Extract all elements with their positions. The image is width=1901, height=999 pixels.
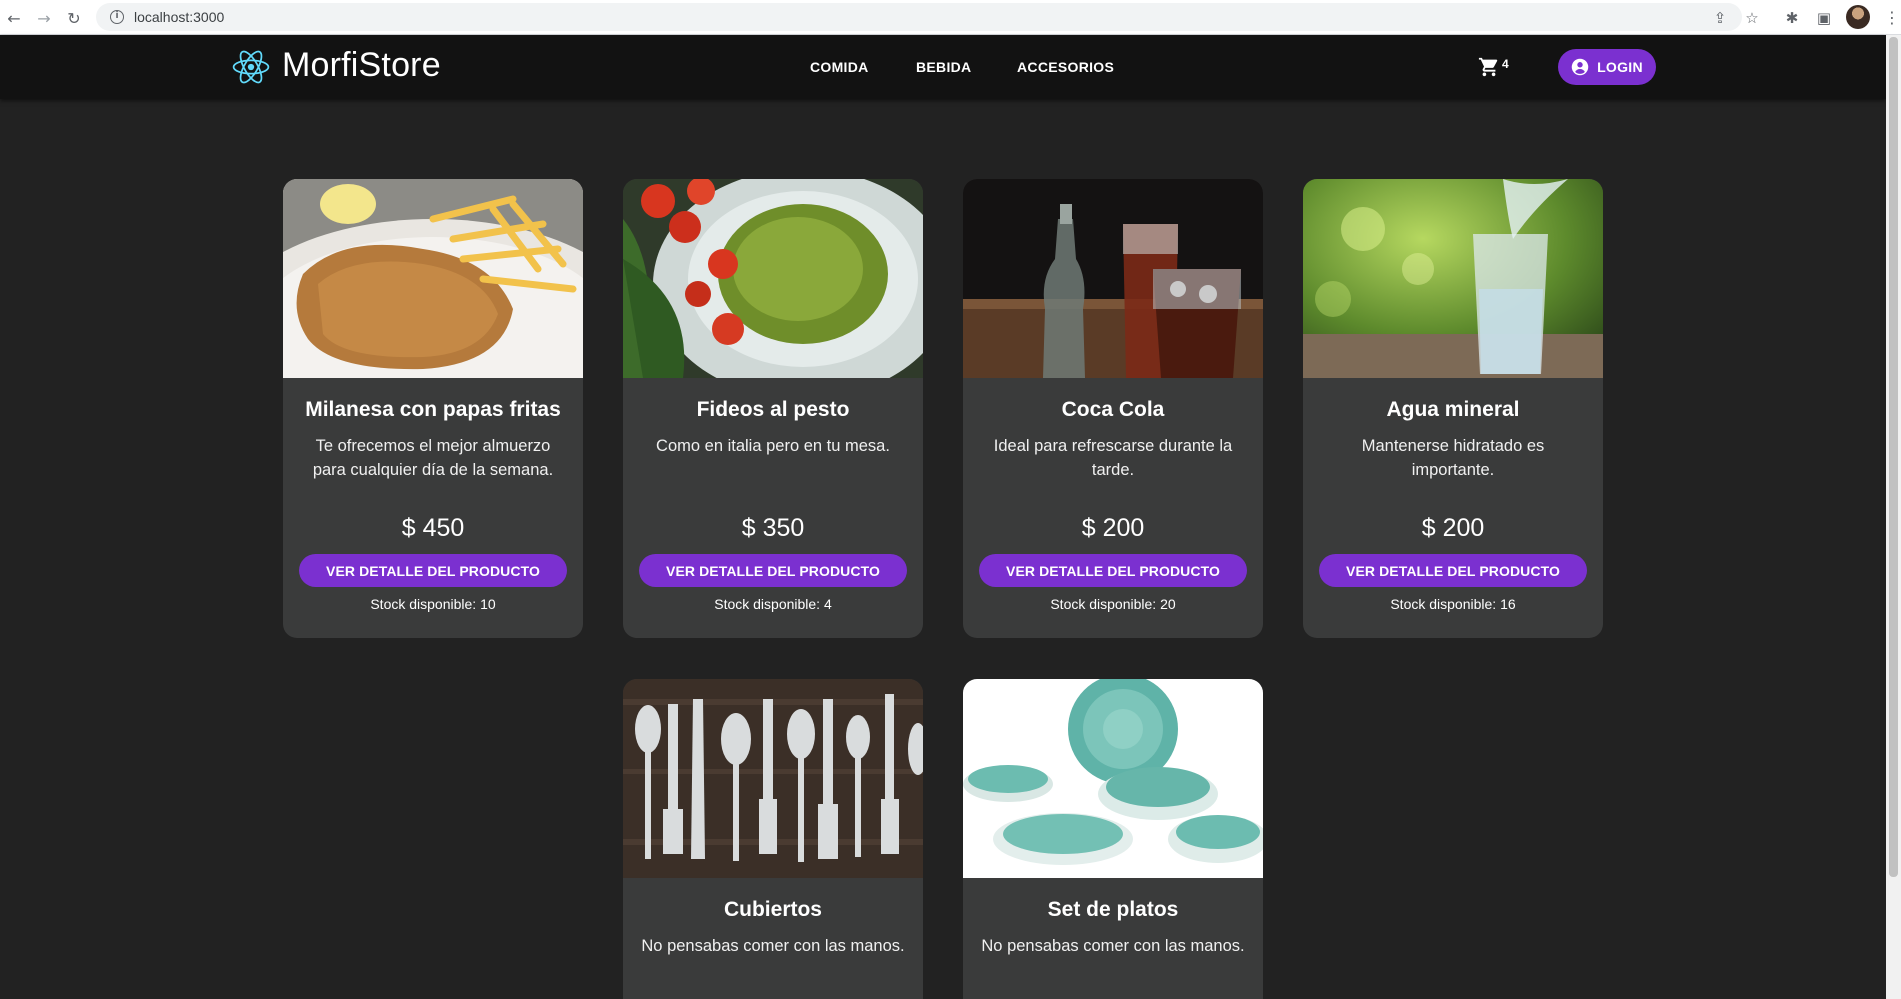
nav-accesorios[interactable]: ACCESORIOS <box>1017 59 1114 75</box>
forward-icon[interactable]: → <box>34 8 54 28</box>
browser-menu-icon[interactable]: ⋮ <box>1884 8 1900 27</box>
product-description: Ideal para refrescarse durante la tarde. <box>993 437 1233 479</box>
shopping-cart-icon <box>1478 57 1498 77</box>
product-description: Como en italia pero en tu mesa. <box>656 437 890 455</box>
react-logo-icon[interactable] <box>232 49 270 85</box>
account-circle-icon <box>1571 58 1589 76</box>
product-card: Fideos al pesto Como en italia pero en t… <box>623 179 923 638</box>
back-icon[interactable]: ← <box>4 8 24 28</box>
product-description: No pensabas comer con las manos. <box>641 937 905 955</box>
share-icon[interactable]: ⇪ <box>1710 8 1730 28</box>
app-header: MorfiStore COMIDA BEBIDA ACCESORIOS 4 LO… <box>0 35 1886 99</box>
product-description: No pensabas comer con las manos. <box>981 937 1245 955</box>
cart-widget[interactable]: 4 <box>1478 55 1509 79</box>
profile-avatar[interactable] <box>1846 5 1870 29</box>
product-title: Cubiertos <box>723 898 822 921</box>
reload-icon[interactable]: ↻ <box>64 8 84 28</box>
product-description: Mantenerse hidratado es importante. <box>1361 437 1545 479</box>
product-image-agua[interactable] <box>1303 179 1603 378</box>
product-card: Cubiertos No pensabas comer con las mano… <box>623 679 923 999</box>
product-stock: Stock disponible: 16 <box>1390 596 1516 612</box>
address-bar[interactable]: i localhost:3000 <box>96 3 1742 31</box>
product-stock: Stock disponible: 10 <box>370 596 496 612</box>
product-image-coca-cola[interactable] <box>963 179 1263 378</box>
page-scrollbar[interactable] <box>1886 35 1901 999</box>
login-label: LOGIN <box>1597 59 1643 75</box>
product-title: Agua mineral <box>1386 398 1520 421</box>
product-title: Milanesa con papas fritas <box>305 398 561 421</box>
extensions-icon[interactable]: ✱ <box>1782 8 1802 28</box>
product-image-milanesa[interactable] <box>283 179 583 378</box>
product-price: $ 200 <box>1421 514 1485 542</box>
product-title: Coca Cola <box>1061 398 1165 421</box>
product-image-fideos[interactable] <box>623 179 923 378</box>
side-panel-icon[interactable]: ▣ <box>1814 8 1834 28</box>
nav-bebida[interactable]: BEBIDA <box>916 59 971 75</box>
cart-count-badge: 4 <box>1502 57 1509 71</box>
product-card: Agua mineral Mantenerse hidratado es imp… <box>1303 179 1603 638</box>
browser-toolbar: ← → ↻ i localhost:3000 ⇪ ☆ ✱ ▣ ⋮ <box>0 0 1901 35</box>
info-icon[interactable]: i <box>110 10 124 24</box>
product-title: Set de platos <box>1047 898 1179 921</box>
product-card: Milanesa con papas fritas Te ofrecemos e… <box>283 179 583 638</box>
brand-name[interactable]: MorfiStore <box>282 46 441 85</box>
product-image-cubiertos[interactable] <box>623 679 923 878</box>
product-stock: Stock disponible: 20 <box>1050 596 1176 612</box>
product-card: Coca Cola Ideal para refrescarse durante… <box>963 179 1263 638</box>
product-price: $ 450 <box>401 514 465 542</box>
nav-comida[interactable]: COMIDA <box>810 59 869 75</box>
login-button[interactable]: LOGIN <box>1558 49 1656 85</box>
view-detail-button[interactable]: VER DETALLE DEL PRODUCTO <box>299 554 567 587</box>
url-text: localhost:3000 <box>134 9 225 25</box>
product-stock: Stock disponible: 4 <box>714 596 832 612</box>
product-title: Fideos al pesto <box>696 398 850 421</box>
product-price: $ 350 <box>741 514 805 542</box>
product-card: Set de platos No pensabas comer con las … <box>963 679 1263 999</box>
bookmark-star-icon[interactable]: ☆ <box>1742 8 1762 28</box>
view-detail-button[interactable]: VER DETALLE DEL PRODUCTO <box>979 554 1247 587</box>
view-detail-button[interactable]: VER DETALLE DEL PRODUCTO <box>639 554 907 587</box>
view-detail-button[interactable]: VER DETALLE DEL PRODUCTO <box>1319 554 1587 587</box>
scrollbar-thumb[interactable] <box>1889 37 1898 877</box>
product-image-platos[interactable] <box>963 679 1263 878</box>
product-price: $ 200 <box>1081 514 1145 542</box>
product-description: Te ofrecemos el mejor almuerzo para cual… <box>312 437 554 479</box>
